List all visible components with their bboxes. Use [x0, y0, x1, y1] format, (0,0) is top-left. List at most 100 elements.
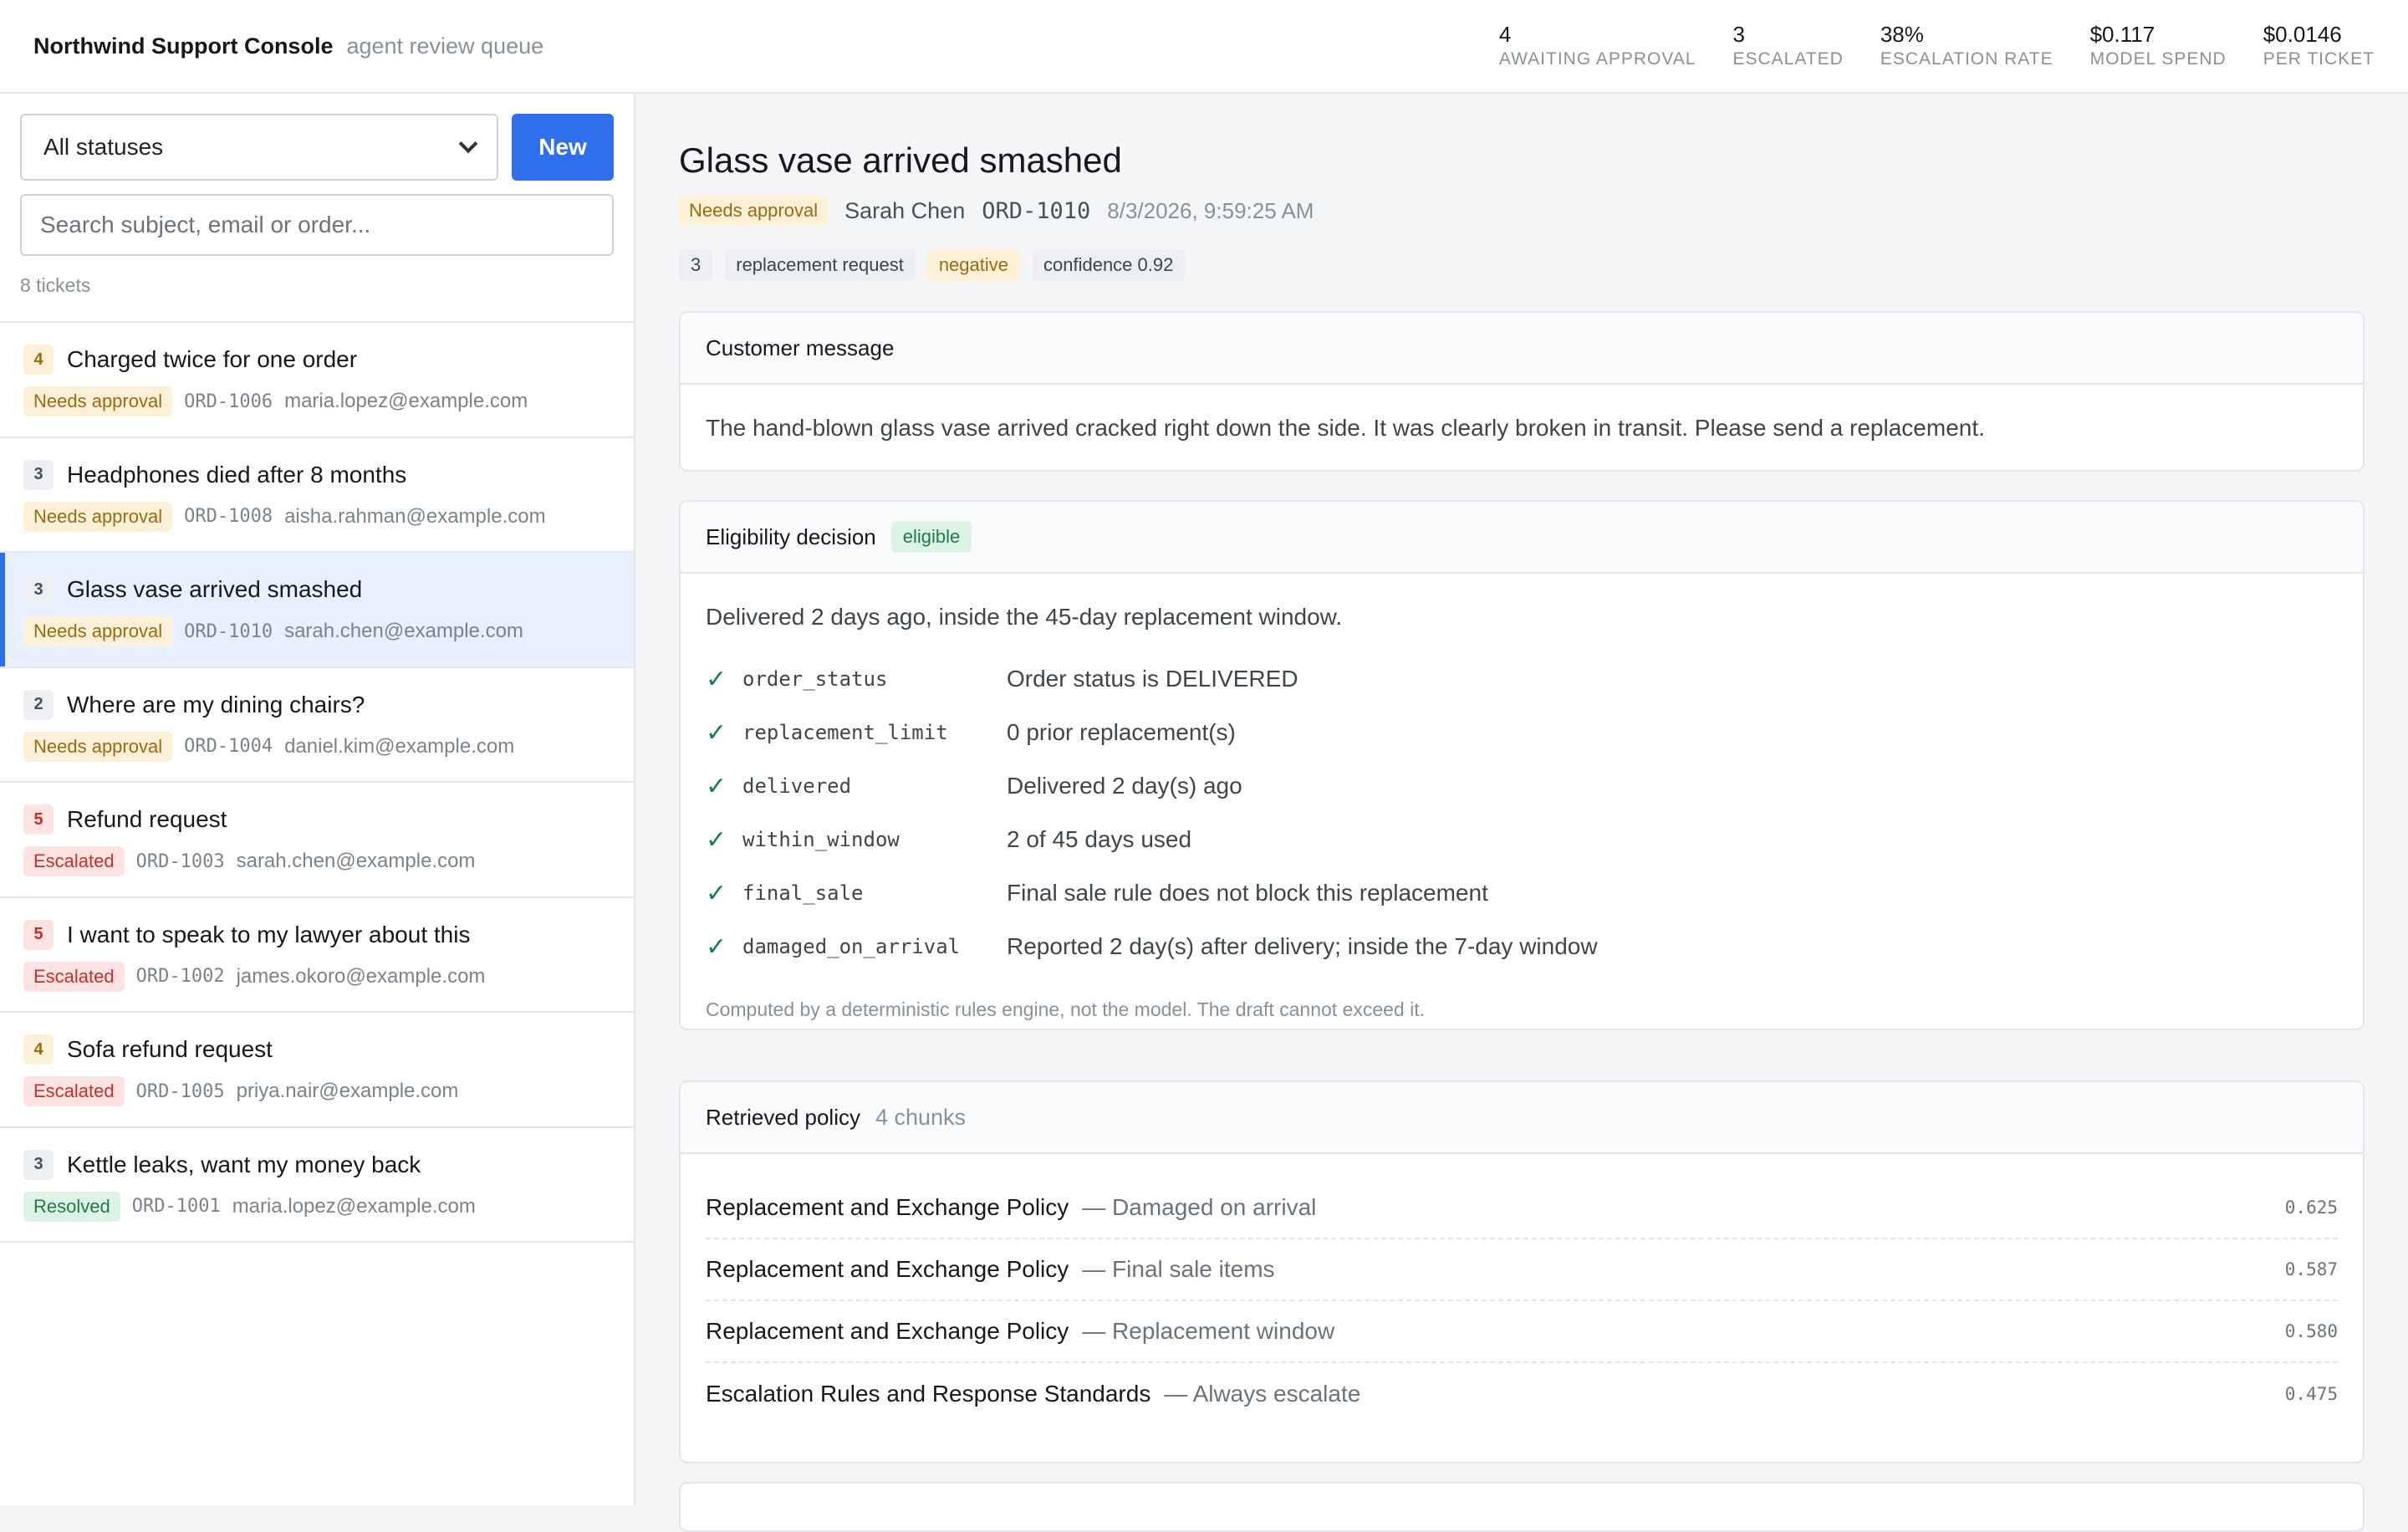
policy-section: — Damaged on arrival [1082, 1194, 1317, 1220]
customer-email: maria.lopez@example.com [284, 390, 528, 412]
rule-result: Reported 2 day(s) after delivery; inside… [1007, 933, 1598, 959]
eligibility-footnote: Computed by a deterministic rules engine… [706, 998, 1426, 1020]
next-card [679, 1482, 2365, 1532]
stat-escalation-rate: 38% ESCALATION RATE [1880, 22, 2053, 70]
status-badge: Escalated [23, 961, 125, 992]
relevance-score: 0.475 [2284, 1384, 2338, 1404]
stats-bar: 4 AWAITING APPROVAL 3 ESCALATED 38% ESCA… [1499, 22, 2375, 70]
status-badge: Escalated [23, 846, 125, 876]
app-header: Northwind Support Console agent review q… [0, 0, 2408, 94]
status-badge: Needs approval [679, 196, 829, 226]
stat-escalated: 3 ESCALATED [1733, 22, 1844, 70]
rule-check-row: ✓ replacement_limit 0 prior replacement(… [706, 706, 2338, 759]
order-id: ORD-1006 [184, 391, 273, 412]
new-ticket-button[interactable]: New [512, 114, 614, 181]
rule-check-row: ✓ final_sale Final sale rule does not bl… [706, 866, 2338, 920]
policy-title: Replacement and Exchange Policy [706, 1194, 1069, 1220]
customer-email: daniel.kim@example.com [284, 734, 515, 758]
stat-model-spend: $0.117 MODEL SPEND [2090, 22, 2227, 70]
rule-name: within_window [742, 828, 900, 851]
status-badge: Needs approval [23, 731, 173, 762]
eligibility-badge: eligible [890, 521, 972, 553]
rule-check-row: ✓ within_window 2 of 45 days used [706, 813, 2338, 866]
policy-title: Replacement and Exchange Policy [706, 1318, 1069, 1344]
ticket-list-item[interactable]: 2 Where are my dining chairs? Needs appr… [0, 668, 634, 783]
rule-check-row: ✓ order_status Order status is DELIVERED [706, 652, 2338, 706]
priority-chip: 3 [679, 249, 713, 281]
chunk-count: 4 chunks [875, 1104, 967, 1130]
ticket-subject: Refund request [67, 806, 227, 832]
stat-value: 4 [1498, 22, 1512, 47]
ticket-list: 4 Charged twice for one order Needs appr… [0, 321, 634, 1243]
policy-title: Escalation Rules and Response Standards [706, 1381, 1151, 1407]
ticket-list-item[interactable]: 4 Sofa refund request Escalated ORD-1005… [0, 1013, 634, 1128]
rule-result: Delivered 2 day(s) ago [1007, 773, 1242, 799]
card-title: Retrieved policy [706, 1104, 860, 1130]
priority-badge: 3 [23, 574, 54, 605]
classification-chips: 3 replacement request negative confidenc… [679, 249, 1186, 281]
stat-label: AWAITING APPROVAL [1498, 49, 1696, 69]
ticket-list-item[interactable]: 3 Kettle leaks, want my money back Resol… [0, 1128, 634, 1243]
ticket-subject: Sofa refund request [67, 1036, 273, 1062]
status-filter-value: All statuses [43, 134, 164, 160]
policy-chunk[interactable]: Replacement and Exchange Policy — Final … [706, 1239, 2338, 1301]
search-input[interactable] [20, 194, 614, 256]
order-id: ORD-1004 [184, 736, 273, 757]
priority-badge: 5 [23, 919, 54, 950]
check-icon: ✓ [706, 718, 727, 747]
rule-result: Order status is DELIVERED [1007, 666, 1298, 692]
ticket-detail: Glass vase arrived smashed Needs approva… [635, 94, 2408, 1532]
ticket-sidebar: All statuses New 8 tickets 4 Charged twi… [0, 94, 635, 1505]
status-badge: Needs approval [23, 386, 173, 416]
stat-label: MODEL SPEND [2089, 49, 2227, 69]
ticket-list-item[interactable]: 4 Charged twice for one order Needs appr… [0, 323, 634, 438]
policy-chunk[interactable]: Replacement and Exchange Policy — Damage… [706, 1177, 2338, 1239]
status-badge: Needs approval [23, 501, 173, 532]
priority-badge: 4 [23, 345, 54, 375]
rule-checks: ✓ order_status Order status is DELIVERED… [706, 652, 2338, 973]
policy-chunk[interactable]: Escalation Rules and Response Standards … [706, 1363, 2338, 1425]
ticket-list-item[interactable]: 5 I want to speak to my lawyer about thi… [0, 898, 634, 1013]
status-filter-select[interactable]: All statuses [20, 114, 498, 181]
rule-name: replacement_limit [742, 721, 948, 744]
ticket-subject: Where are my dining chairs? [67, 691, 365, 717]
order-id: ORD-1005 [135, 1080, 225, 1102]
eligibility-card: Eligibility decision eligible Delivered … [679, 500, 2365, 1030]
order-id: ORD-1002 [135, 966, 225, 987]
ticket-subject: Kettle leaks, want my money back [67, 1151, 421, 1177]
stat-value: $0.117 [2089, 22, 2155, 47]
ticket-meta: Needs approval Sarah Chen ORD-1010 8/3/2… [679, 196, 1314, 226]
customer-message-card: Customer message The hand-blown glass va… [679, 311, 2365, 472]
policy-section: — Final sale items [1082, 1256, 1275, 1282]
ticket-list-item-selected[interactable]: 3 Glass vase arrived smashed Needs appro… [0, 553, 634, 668]
card-title: Customer message [706, 334, 895, 360]
ticket-list-item[interactable]: 5 Refund request Escalated ORD-1003 sara… [0, 783, 634, 898]
check-icon: ✓ [706, 665, 727, 693]
ticket-date: 8/3/2026, 9:59:25 AM [1107, 197, 1314, 223]
rule-name: damaged_on_arrival [742, 935, 961, 958]
app-subtitle: agent review queue [346, 33, 544, 59]
status-badge: Escalated [23, 1076, 125, 1106]
priority-badge: 5 [23, 804, 54, 835]
policy-section: — Replacement window [1082, 1318, 1335, 1344]
customer-email: maria.lopez@example.com [232, 1194, 476, 1218]
ticket-list-item[interactable]: 3 Headphones died after 8 months Needs a… [0, 438, 634, 553]
stat-label: PER TICKET [2263, 49, 2375, 69]
stat-label: ESCALATED [1732, 49, 1844, 69]
stat-value: $0.0146 [2263, 22, 2342, 47]
eligibility-summary: Delivered 2 days ago, inside the 45-day … [706, 604, 1343, 630]
policy-title: Replacement and Exchange Policy [706, 1256, 1069, 1282]
policy-chunk[interactable]: Replacement and Exchange Policy — Replac… [706, 1301, 2338, 1363]
check-icon: ✓ [706, 825, 727, 854]
stat-label: ESCALATION RATE [1880, 49, 2053, 69]
rule-name: order_status [742, 667, 888, 691]
customer-email: sarah.chen@example.com [284, 620, 523, 642]
customer-email: sarah.chen@example.com [236, 850, 476, 872]
stat-awaiting-approval: 4 AWAITING APPROVAL [1499, 22, 1696, 70]
order-id: ORD-1010 [982, 197, 1091, 224]
check-icon: ✓ [706, 879, 727, 907]
ticket-subject: Headphones died after 8 months [67, 461, 407, 488]
sentiment-chip: negative [926, 249, 1020, 281]
stat-value: 3 [1732, 22, 1745, 47]
order-id: ORD-1008 [184, 506, 273, 527]
